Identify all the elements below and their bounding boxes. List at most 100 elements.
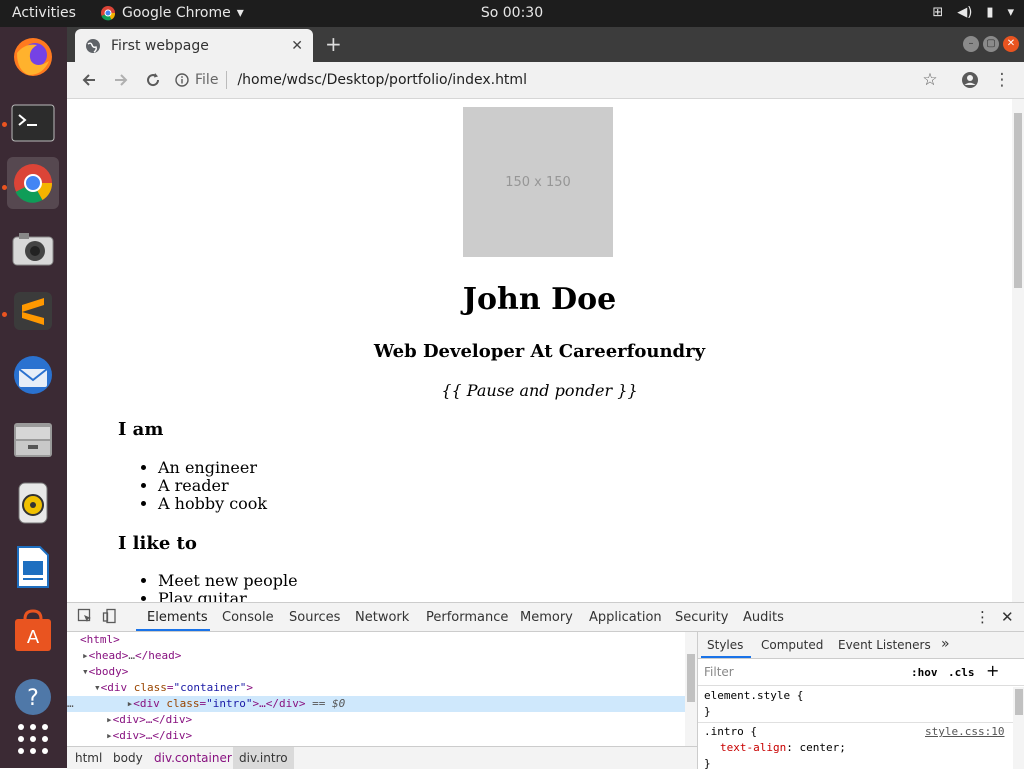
dom-node-head[interactable]: ▸<head>…</head> [82, 648, 700, 664]
breadcrumb-div-intro[interactable]: div.intro [233, 747, 294, 769]
more-tabs-icon[interactable]: » [941, 636, 950, 652]
active-tab-indicator [701, 656, 751, 658]
tab-event-listeners[interactable]: Event Listeners [838, 638, 931, 652]
rule-source-link[interactable]: style.css:10 [925, 724, 1004, 740]
filter-input[interactable]: Filter [704, 665, 734, 679]
dock-show-apps[interactable] [7, 713, 59, 765]
rule-declaration[interactable]: text-align: center; [720, 740, 846, 756]
dock-files[interactable] [7, 413, 59, 465]
scrollbar-thumb[interactable] [1014, 113, 1022, 288]
triangle-down-icon[interactable]: ▾ [94, 681, 101, 694]
tab-memory[interactable]: Memory [520, 610, 573, 625]
ellipsis-icon[interactable]: … [67, 697, 80, 710]
dock-sublime[interactable] [7, 285, 59, 337]
volume-icon[interactable]: ◀) [957, 5, 972, 20]
inspect-element-icon[interactable] [77, 608, 93, 628]
dock-thunderbird[interactable] [7, 349, 59, 401]
tab-elements[interactable]: Elements [147, 610, 208, 625]
new-style-rule-button[interactable]: + [986, 661, 999, 680]
rule-close-brace: } [704, 705, 711, 718]
reload-icon [147, 73, 160, 87]
profile-icon[interactable] [958, 68, 982, 92]
tab-console[interactable]: Console [222, 610, 274, 625]
tab-first-webpage[interactable]: First webpage ✕ [75, 29, 313, 62]
dock-writer[interactable] [7, 541, 59, 593]
scrollbar-thumb[interactable] [1015, 689, 1023, 715]
bookmark-star-icon[interactable]: ☆ [918, 68, 942, 92]
styles-scrollbar[interactable] [1013, 687, 1024, 769]
svg-text:?: ? [27, 686, 39, 711]
app-menu[interactable]: Google Chrome ▾ [100, 5, 244, 21]
section-i-like-title: I like to [118, 533, 197, 554]
triangle-right-icon[interactable]: ▸ [106, 729, 113, 742]
new-tab-button[interactable]: + [325, 32, 342, 56]
cls-toggle[interactable]: .cls [948, 666, 975, 679]
battery-icon[interactable]: ▮ [986, 5, 993, 20]
tab-sources[interactable]: Sources [289, 610, 340, 625]
breadcrumb-div-container[interactable]: div.container [154, 751, 232, 765]
profile-image-placeholder: 150 x 150 [463, 107, 613, 257]
tab-network[interactable]: Network [355, 610, 409, 625]
dock-firefox[interactable] [7, 31, 59, 83]
tab-computed[interactable]: Computed [761, 638, 823, 652]
minimize-button[interactable]: – [963, 36, 979, 52]
dom-node-container[interactable]: ▾<div class="container"> [94, 680, 712, 696]
activities-button[interactable]: Activities [12, 5, 76, 21]
dock-camera[interactable] [7, 223, 59, 275]
help-icon: ? [15, 679, 51, 715]
svg-text:A: A [27, 627, 40, 648]
dom-tree: <html> ▸<head>…</head> ▾<body> ▾<div cla… [67, 632, 697, 746]
tab-application[interactable]: Application [589, 610, 662, 625]
dock-software[interactable]: A [7, 605, 59, 657]
dom-node-intro-selected[interactable]: … ▸<div class="intro">…</div> == $0 [67, 696, 685, 712]
dom-node-html[interactable]: <html> [80, 632, 698, 648]
reload-button[interactable] [141, 68, 165, 92]
tab-audits[interactable]: Audits [743, 610, 784, 625]
close-icon[interactable]: ✕ [291, 38, 303, 54]
scrollbar-thumb[interactable] [687, 654, 695, 702]
apps-grid-icon [18, 724, 48, 754]
styles-tab-bar: Styles Computed Event Listeners » [698, 632, 1024, 659]
tab-security[interactable]: Security [675, 610, 728, 625]
tab-strip: First webpage ✕ + – ▢ ✕ [67, 27, 1024, 62]
url-scheme: File [195, 72, 219, 88]
dock-rhythmbox[interactable] [7, 477, 59, 529]
triangle-down-icon[interactable]: ▾ [82, 665, 89, 678]
network-icon[interactable]: ⊞ [932, 5, 943, 20]
hov-toggle[interactable]: :hov [911, 666, 938, 679]
rule-close-brace: } [704, 757, 711, 770]
devtools-menu-icon[interactable]: ⋮ [975, 608, 990, 626]
chevron-down-icon[interactable]: ▾ [1007, 5, 1014, 20]
page-scrollbar[interactable] [1012, 99, 1024, 602]
dom-tree-scrollbar[interactable] [685, 632, 697, 746]
list-item: A reader [158, 477, 267, 495]
close-icon[interactable]: ✕ [1001, 608, 1014, 626]
device-toolbar-icon[interactable] [102, 608, 118, 628]
tab-styles[interactable]: Styles [707, 638, 743, 652]
menu-kebab-icon[interactable]: ⋮ [990, 68, 1014, 92]
omnibox[interactable]: File /home/wdsc/Desktop/portfolio/index.… [175, 67, 945, 93]
close-window-button[interactable]: ✕ [1003, 36, 1019, 52]
breadcrumb-html[interactable]: html [75, 751, 102, 765]
tab-performance[interactable]: Performance [426, 610, 508, 625]
dock-terminal[interactable] [7, 97, 59, 149]
clock[interactable]: So 00:30 [481, 5, 543, 21]
url-text[interactable]: /home/wdsc/Desktop/portfolio/index.html [237, 72, 527, 88]
info-icon[interactable] [175, 73, 189, 87]
triangle-right-icon[interactable]: ▸ [106, 713, 113, 726]
back-button[interactable] [77, 68, 101, 92]
dom-node-body[interactable]: ▾<body> [82, 664, 700, 680]
element-style-rule[interactable]: element.style { [704, 688, 803, 704]
chrome-icon [101, 6, 116, 21]
breadcrumb-body[interactable]: body [113, 751, 143, 765]
dom-node-div[interactable]: ▸<div>…</div> [106, 712, 724, 728]
system-tray[interactable]: ⊞ ◀) ▮ ▾ [932, 5, 1014, 20]
dom-node-div[interactable]: ▸<div>…</div> [106, 728, 724, 744]
dock-chrome[interactable] [7, 157, 59, 209]
maximize-button[interactable]: ▢ [983, 36, 999, 52]
devtools-tab-bar: Elements Console Sources Network Perform… [67, 603, 1024, 632]
triangle-right-icon[interactable]: ▸ [82, 649, 89, 662]
intro-rule-selector[interactable]: .intro { [704, 724, 757, 740]
browser-toolbar: File /home/wdsc/Desktop/portfolio/index.… [67, 62, 1024, 99]
forward-button[interactable] [109, 68, 133, 92]
